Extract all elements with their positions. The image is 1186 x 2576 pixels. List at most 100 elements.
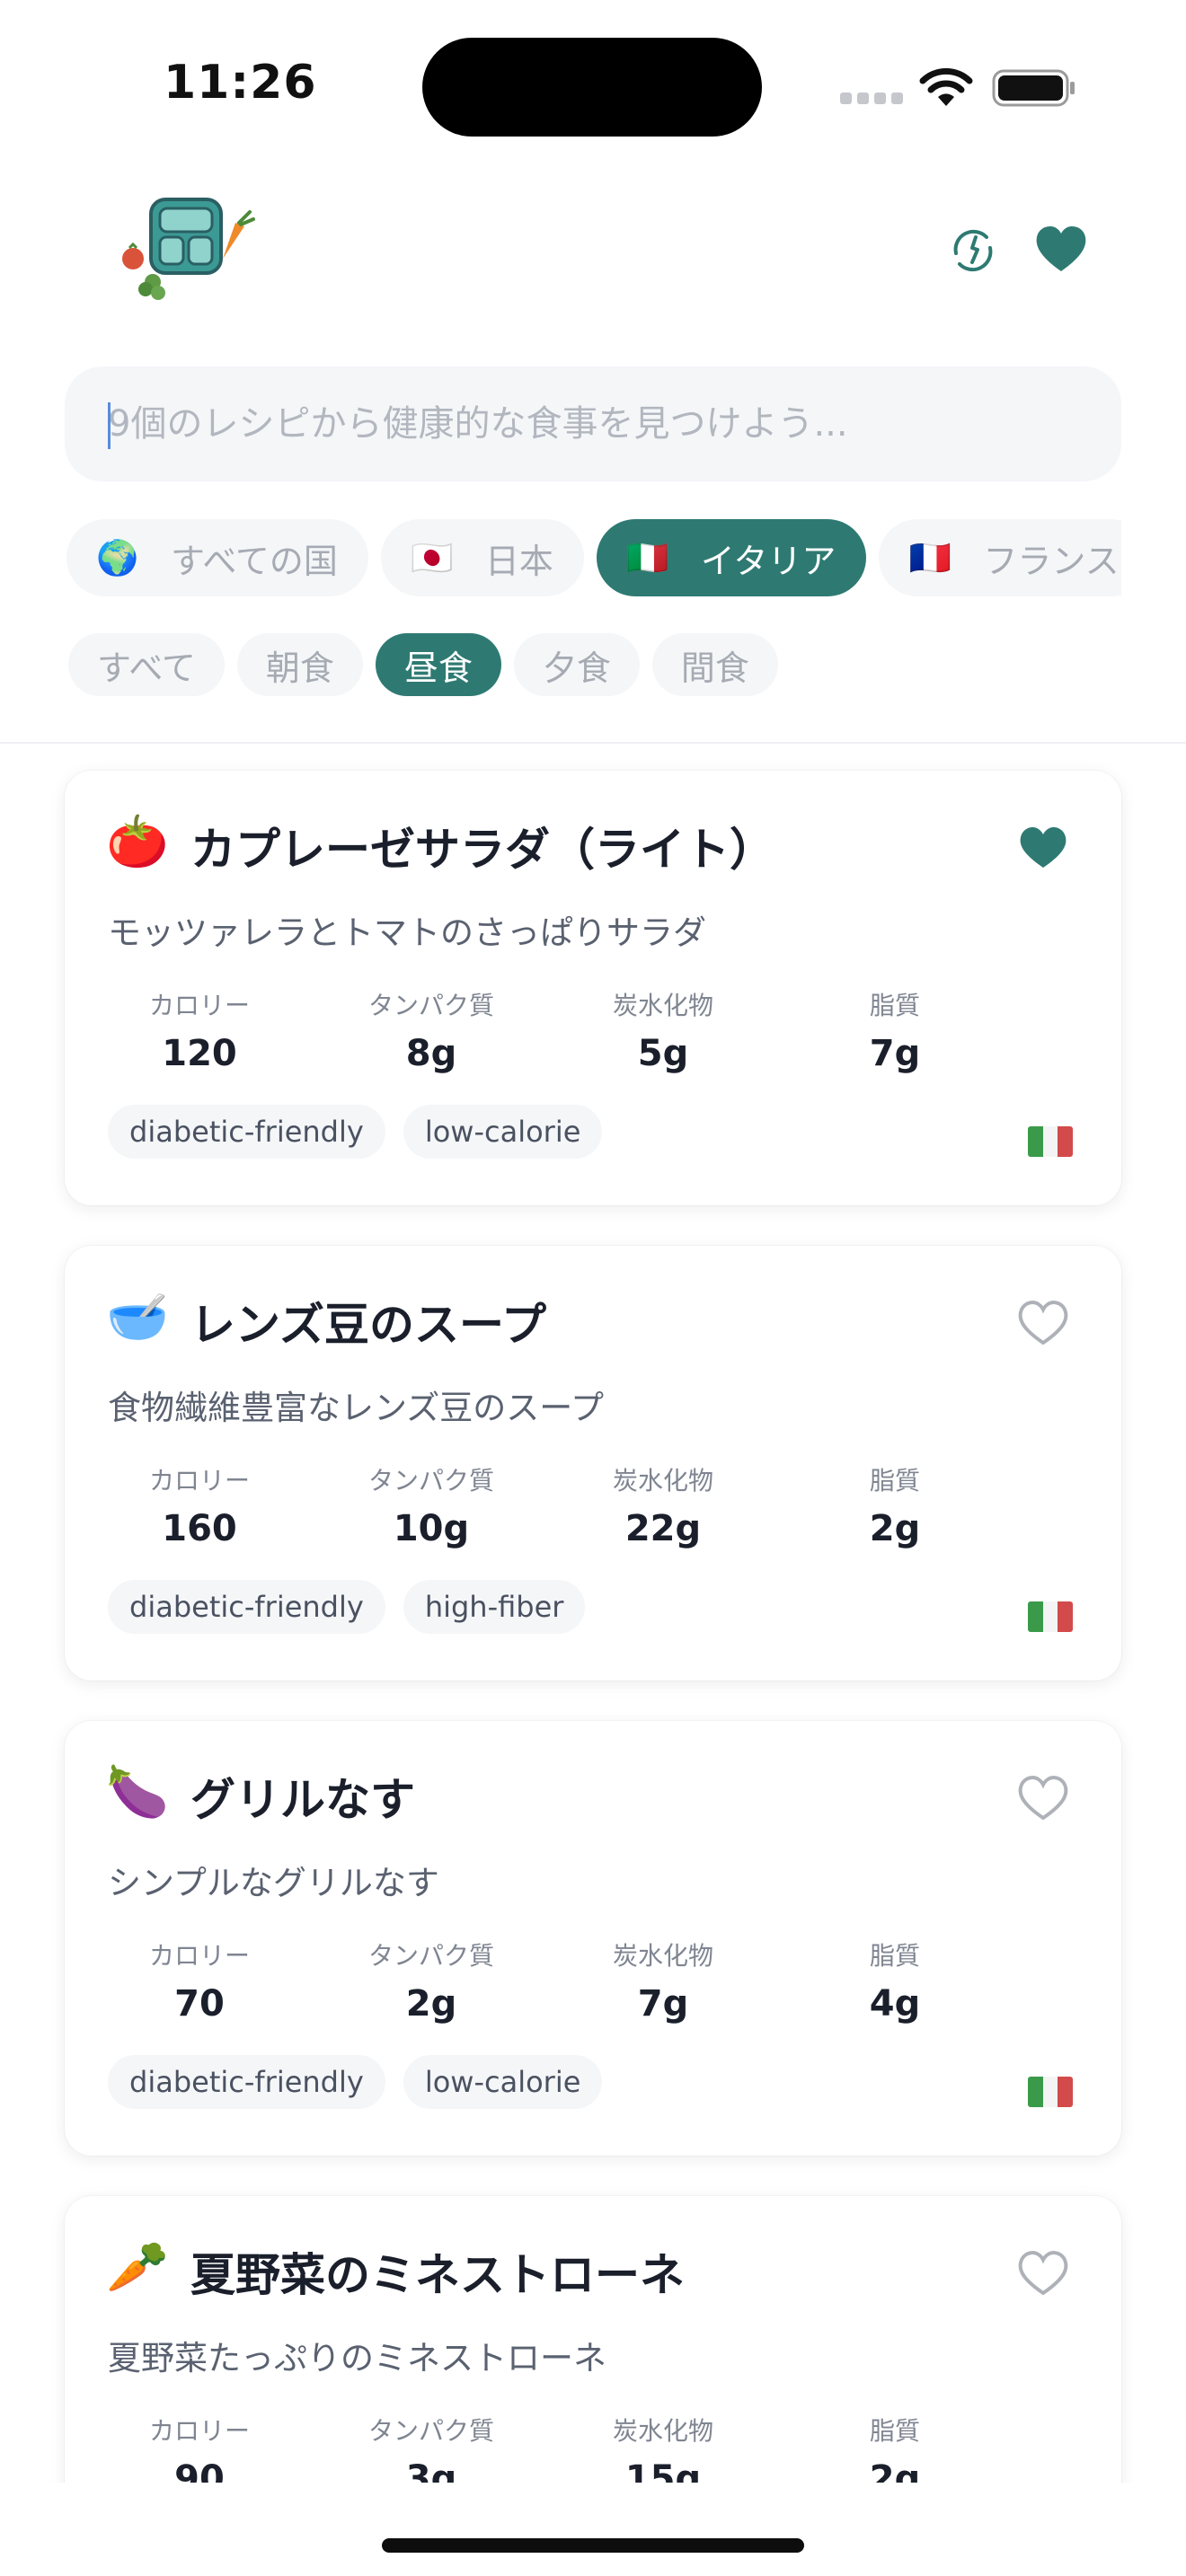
favorite-heart-outline-icon[interactable] [1017, 1298, 1069, 1346]
search-bar[interactable] [65, 366, 1121, 481]
nutrient-fat: 脂質 7g [805, 986, 985, 1074]
tomato-icon: 🍅 [106, 813, 169, 871]
nutrient-carbs: 炭水化物 5g [573, 986, 753, 1074]
country-chip-france[interactable]: 🇫🇷 フランス [879, 519, 1121, 596]
meal-filter-row: すべて 朝食 昼食 夕食 間食 [68, 633, 778, 696]
italy-flag-icon [1028, 2077, 1073, 2107]
bento-logo-icon [122, 198, 255, 300]
country-chip-label: フランス [983, 541, 1120, 581]
recipe-title: グリルなす [190, 1774, 415, 1826]
favorite-heart-outline-icon[interactable] [1017, 1773, 1069, 1822]
soup-bowl-icon: 🥣 [106, 1288, 169, 1346]
recipe-list[interactable]: 🍅 カプレーゼサラダ（ライト） モッツァレラとトマトのさっぱりサラダ カロリー … [0, 744, 1186, 2483]
globe-icon: 🌍 [96, 537, 139, 578]
battery-icon [992, 69, 1075, 107]
nutrient-label: 脂質 [869, 2416, 920, 2446]
nutrient-value: 15g [624, 2458, 702, 2483]
recipe-tags: diabetic-friendly low-calorie [108, 2055, 603, 2109]
favorite-heart-filled-icon[interactable] [1017, 823, 1069, 871]
recipe-card[interactable]: 🥕 夏野菜のミネストローネ 夏野菜たっぷりのミネストローネ カロリー 90 タン… [65, 2196, 1121, 2483]
recipe-tag: low-calorie [403, 2055, 603, 2109]
dynamic-island [422, 38, 762, 137]
japan-flag-icon: 🇯🇵 [411, 537, 454, 578]
recipe-tag: diabetic-friendly [108, 2055, 385, 2109]
nutrient-fat: 脂質 4g [805, 1936, 985, 2025]
nutrient-label: タンパク質 [367, 1941, 494, 1971]
sync-icon[interactable] [947, 225, 999, 277]
meal-chip-all[interactable]: すべて [68, 633, 225, 696]
nutrient-label: タンパク質 [367, 1466, 494, 1495]
nutrient-calories: カロリー 90 [110, 2412, 289, 2483]
nutrient-value: 5g [637, 1033, 689, 1074]
nutrient-label: カロリー [148, 1941, 250, 1971]
nutrient-value: 3g [405, 2458, 457, 2483]
country-chip-all[interactable]: 🌍 すべての国 [66, 519, 368, 596]
nutrient-value: 7g [869, 1033, 921, 1074]
nutrient-carbs: 炭水化物 15g [573, 2412, 753, 2483]
nutrient-protein: タンパク質 3g [341, 2412, 521, 2483]
nutrient-calories: カロリー 160 [110, 1461, 289, 1549]
recipe-card[interactable]: 🍆 グリルなす シンプルなグリルなす カロリー 70 タンパク質 2g 炭水化物… [65, 1721, 1121, 2156]
nutrient-protein: タンパク質 8g [341, 986, 521, 1074]
france-flag-icon: 🇫🇷 [908, 537, 951, 578]
recipe-tag: high-fiber [403, 1580, 586, 1634]
nutrient-label: 炭水化物 [612, 991, 713, 1020]
eggplant-icon: 🍆 [106, 1763, 169, 1822]
recipe-description: 食物繊維豊富なレンズ豆のスープ [108, 1389, 605, 1427]
nutrient-value: 160 [162, 1508, 237, 1549]
country-chip-label: イタリア [700, 541, 836, 581]
nutrient-value: 22g [624, 1508, 702, 1549]
recipe-tag: diabetic-friendly [108, 1105, 385, 1159]
status-bar: 11:26 [0, 0, 1186, 171]
nutrient-label: 炭水化物 [612, 2416, 713, 2446]
nutrient-label: タンパク質 [367, 2416, 494, 2446]
italy-flag-icon [1028, 1601, 1073, 1632]
nutrient-calories: カロリー 70 [110, 1936, 289, 2025]
recipe-card[interactable]: 🍅 カプレーゼサラダ（ライト） モッツァレラとトマトのさっぱりサラダ カロリー … [65, 771, 1121, 1205]
nutrient-label: 脂質 [869, 1466, 920, 1495]
meal-chip-breakfast[interactable]: 朝食 [236, 633, 363, 696]
nutrient-value: 8g [405, 1033, 457, 1074]
nutrient-label: カロリー [148, 991, 250, 1020]
nutrient-carbs: 炭水化物 22g [573, 1461, 753, 1549]
meal-chip-dinner[interactable]: 夕食 [513, 633, 640, 696]
app-header [0, 171, 1186, 350]
recipe-description: モッツァレラとトマトのさっぱりサラダ [108, 913, 706, 952]
country-chip-japan[interactable]: 🇯🇵 日本 [380, 519, 584, 596]
meal-chip-lunch[interactable]: 昼食 [375, 633, 501, 696]
nutrient-value: 2g [405, 1983, 457, 2025]
wifi-icon [919, 67, 973, 106]
nutrient-fat: 脂質 2g [805, 1461, 985, 1549]
recipe-card[interactable]: 🥣 レンズ豆のスープ 食物繊維豊富なレンズ豆のスープ カロリー 160 タンパク… [65, 1246, 1121, 1681]
nutrient-label: カロリー [148, 2416, 250, 2446]
meal-chip-snack[interactable]: 間食 [651, 633, 778, 696]
nutrient-label: 脂質 [869, 991, 920, 1020]
cellular-signal-icon [840, 93, 903, 104]
recipe-tags: diabetic-friendly low-calorie [108, 1105, 603, 1159]
country-chip-label: 日本 [484, 541, 553, 581]
nutrient-protein: タンパク質 2g [341, 1936, 521, 2025]
italy-flag-icon [1028, 1126, 1073, 1157]
nutrient-carbs: 炭水化物 7g [573, 1936, 753, 2025]
nutrient-label: カロリー [148, 1466, 250, 1495]
country-chip-label: すべての国 [171, 541, 338, 581]
country-filter-row: 🌍 すべての国 🇯🇵 日本 🇮🇹 イタリア 🇫🇷 フランス [66, 519, 1121, 596]
nutrient-value: 10g [393, 1508, 470, 1549]
recipe-title: レンズ豆のスープ [190, 1299, 546, 1351]
status-time: 11:26 [164, 56, 317, 110]
favorite-heart-outline-icon[interactable] [1017, 2248, 1069, 2297]
nutrient-value: 4g [869, 1983, 921, 2025]
search-input[interactable] [65, 366, 1121, 481]
nutrient-value: 120 [162, 1033, 237, 1074]
nutrient-value: 7g [637, 1983, 689, 2025]
recipe-title: 夏野菜のミネストローネ [190, 2249, 685, 2301]
recipe-title: カプレーゼサラダ（ライト） [190, 824, 774, 876]
country-chip-italy[interactable]: 🇮🇹 イタリア [596, 519, 867, 596]
home-indicator[interactable] [382, 2538, 804, 2553]
nutrient-label: タンパク質 [367, 991, 494, 1020]
recipe-description: 夏野菜たっぷりのミネストローネ [108, 2339, 606, 2378]
nutrient-value: 2g [869, 1508, 921, 1549]
favorites-heart-icon[interactable] [1033, 221, 1089, 277]
recipe-tag: diabetic-friendly [108, 1580, 385, 1634]
nutrient-label: 炭水化物 [612, 1466, 713, 1495]
